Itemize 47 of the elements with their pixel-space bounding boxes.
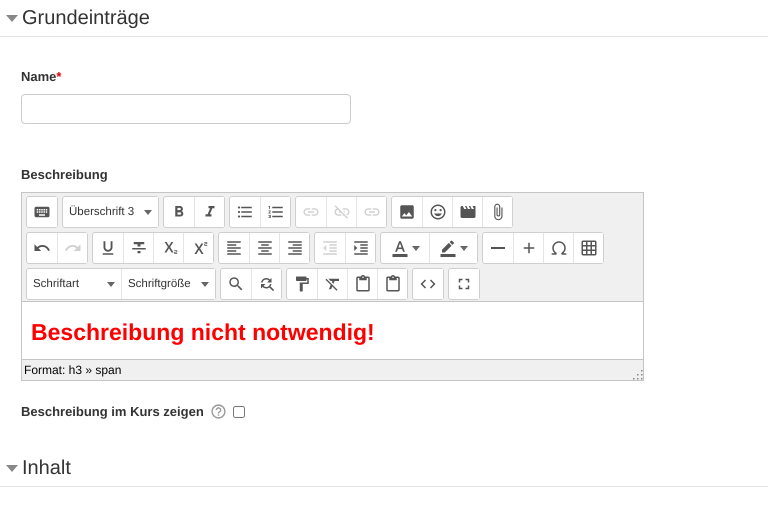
toolbar-button[interactable] [573, 233, 603, 263]
search-icon [227, 275, 245, 293]
checkbox[interactable] [232, 406, 245, 418]
horizontal-rule-icon [491, 247, 505, 249]
section-header[interactable]: Grundeinträge [0, 0, 768, 37]
caret-icon [412, 246, 420, 250]
table-icon [580, 239, 598, 257]
toolbar-button[interactable] [377, 269, 407, 299]
name-input[interactable] [21, 94, 351, 124]
align-left-icon [225, 239, 243, 257]
help-icon[interactable] [210, 403, 227, 420]
toolbar-button[interactable] [251, 269, 281, 299]
paste-text-icon [354, 275, 372, 293]
section-title: Grundeinträge [22, 6, 150, 30]
indent-icon [352, 239, 370, 257]
field-label: Name* [21, 69, 62, 84]
caret-icon [460, 246, 468, 250]
collapse-triangle-icon [6, 464, 18, 472]
editor-content-text: Beschreibung nicht notwendig! [31, 319, 375, 346]
outdent-icon [321, 239, 339, 257]
numbered-list-icon [266, 203, 285, 221]
align-right-icon [286, 239, 304, 257]
paintbrush-icon [293, 275, 311, 293]
omega-icon [550, 239, 568, 257]
checkbox-label: Beschreibung im Kurs zeigen [21, 404, 204, 419]
dropdown-select[interactable]: Schriftgröße [121, 269, 215, 299]
section-title: Inhalt [22, 456, 71, 480]
toolbar-button[interactable] [482, 197, 512, 227]
toolbar-button[interactable] [345, 233, 375, 263]
film-icon [458, 203, 477, 221]
toolbar-button[interactable] [260, 197, 290, 227]
highlighter-icon [439, 239, 457, 257]
toolbar-button[interactable] [279, 233, 309, 263]
paste-word-icon [384, 275, 402, 293]
field-label: Beschreibung [21, 167, 109, 182]
align-center-icon [256, 239, 274, 257]
collapse-triangle-icon [6, 14, 18, 22]
unlink-icon [332, 203, 351, 221]
split-button[interactable] [429, 233, 477, 263]
section-header[interactable]: Inhalt [0, 450, 768, 487]
toolbar-button[interactable] [183, 233, 213, 263]
text-color-icon [390, 239, 408, 257]
image-icon [398, 203, 416, 221]
element-path: Format: h3 » span [24, 363, 122, 377]
toolbar-button[interactable] [194, 197, 224, 227]
resize-grip-icon[interactable] [631, 368, 643, 380]
smiley-icon [428, 203, 447, 221]
